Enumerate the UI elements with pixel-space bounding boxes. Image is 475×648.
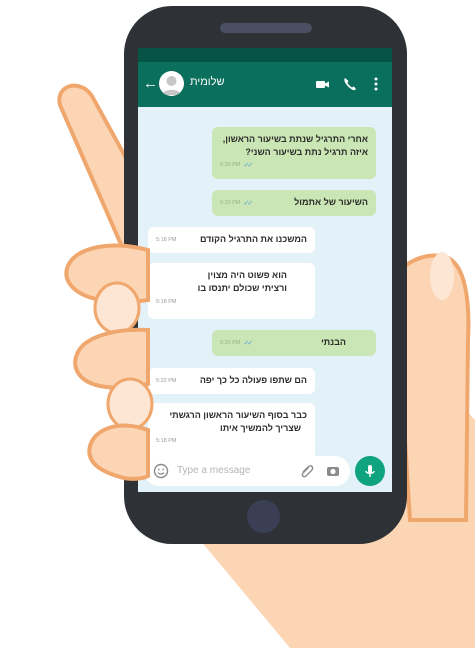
person-icon	[162, 76, 181, 95]
avatar[interactable]	[159, 71, 184, 96]
message-text: הם שתפו פעולה כל כך יפה	[199, 375, 307, 385]
phone-speaker	[220, 23, 312, 33]
message-time: 5:18 PM	[156, 236, 177, 243]
contact-name[interactable]: שלומית	[190, 76, 225, 88]
message-bubble-incoming[interactable]: 5:22 PM הם שתפו פעולה כל כך יפה	[148, 368, 315, 394]
chat-screen: ← שלומית אחרי התרגיל שנתת בשיעור הראשון,…	[138, 48, 392, 492]
message-list: אחרי התרגיל שנתת בשיעור הראשון, איזה תרג…	[138, 107, 392, 460]
emoji-icon[interactable]	[153, 463, 169, 479]
message-time: 5:18 PM	[156, 299, 177, 305]
message-input[interactable]: Type a message	[144, 456, 350, 486]
message-text: אחרי התרגיל שנתת בשיעור הראשון,	[222, 134, 368, 144]
message-time: 5:22 PM	[156, 377, 177, 384]
message-bubble-outgoing[interactable]: אחרי התרגיל שנתת בשיעור הראשון, איזה תרג…	[212, 127, 376, 179]
message-bubble-outgoing[interactable]: 5:20 PM ✓✓ השיעור של אתמול	[212, 190, 376, 216]
camera-icon[interactable]	[325, 463, 341, 479]
chat-header: ← שלומית	[138, 62, 392, 107]
status-bar	[138, 48, 392, 62]
message-text: איזה תרגיל נתת בשיעור השני?	[245, 147, 368, 157]
message-time: 5:18 PM	[156, 438, 177, 444]
message-text: הוא פשוט היה מצוין	[207, 270, 287, 280]
attach-icon[interactable]	[299, 463, 315, 479]
more-vert-icon[interactable]	[367, 75, 385, 93]
phone-call-icon[interactable]	[341, 75, 359, 93]
mic-icon	[365, 465, 375, 477]
message-time: 5:20 PM	[220, 162, 241, 168]
composer-bar: Type a message	[138, 450, 392, 492]
message-time: 5:20 PM	[220, 199, 241, 206]
double-check-icon: ✓✓	[243, 162, 253, 169]
message-bubble-incoming[interactable]: 5:18 PM המשכנו את התרגיל הקודם	[148, 227, 315, 253]
mic-button[interactable]	[355, 456, 385, 486]
message-bubble-incoming[interactable]: הוא פשוט היה מצוין ורציתי שכולם יתנסו בו…	[148, 263, 315, 319]
message-text: כבר בסוף השיעור הראשון הרגשתי	[169, 410, 307, 420]
double-check-icon: ✓✓	[243, 199, 253, 207]
message-time: 5:20 PM	[220, 339, 241, 346]
video-call-icon[interactable]	[314, 75, 332, 93]
message-text: הבנתי	[321, 337, 346, 347]
arrow-left-icon[interactable]: ←	[143, 76, 158, 92]
double-check-icon: ✓✓	[243, 339, 253, 347]
message-bubble-outgoing[interactable]: 5:20 PM ✓✓ הבנתי	[212, 330, 376, 356]
phone-frame: ← שלומית אחרי התרגיל שנתת בשיעור הראשון,…	[124, 6, 407, 544]
message-input-placeholder: Type a message	[177, 465, 251, 476]
home-button[interactable]	[247, 500, 280, 533]
message-text: השיעור של אתמול	[294, 197, 368, 207]
message-text: ורציתי שכולם יתנסו בו	[197, 283, 287, 293]
message-text: המשכנו את התרגיל הקודם	[199, 234, 307, 244]
message-text: שצריך להמשיך איתו	[220, 423, 301, 433]
